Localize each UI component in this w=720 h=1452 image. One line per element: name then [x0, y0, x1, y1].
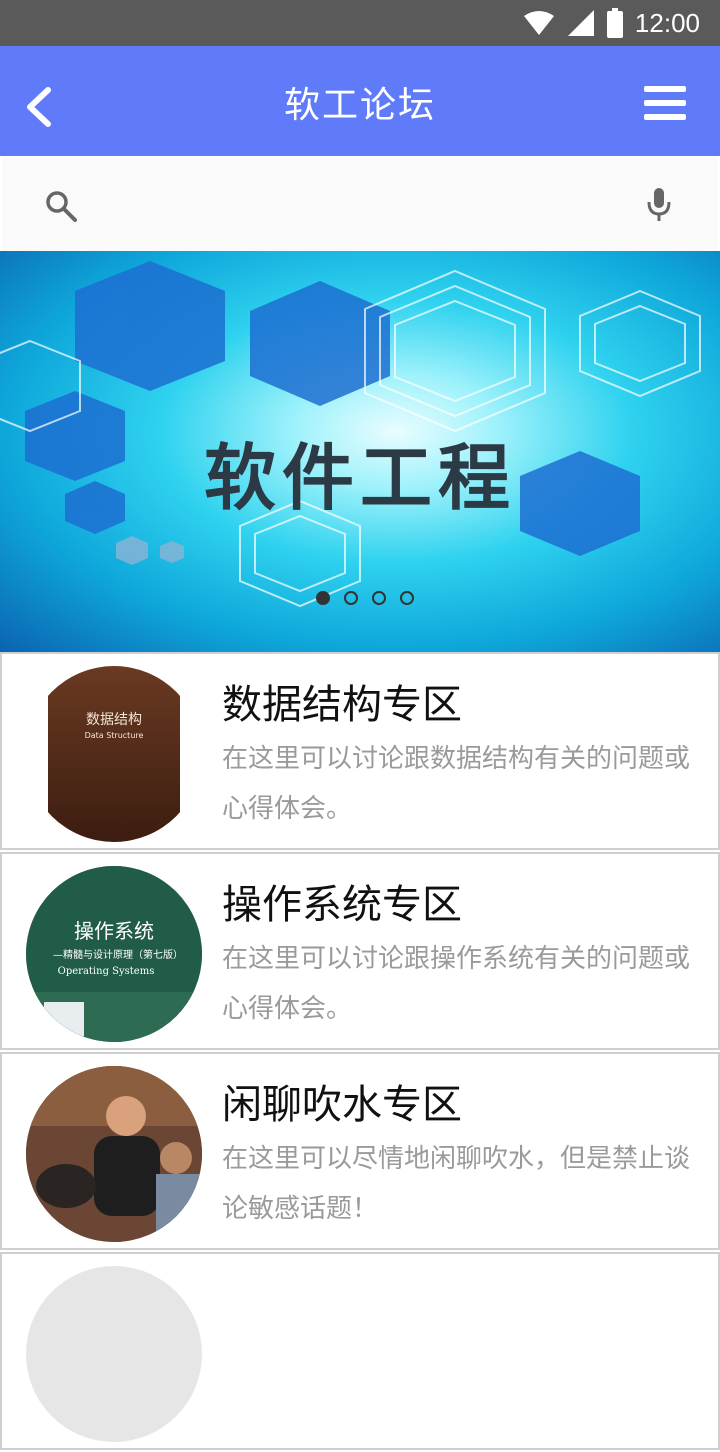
- wifi-icon: [523, 11, 554, 35]
- mic-icon[interactable]: [646, 187, 672, 223]
- cover-title: 数据结构: [86, 712, 142, 728]
- forum-description: 在这里可以尽情地闲聊吹水，但是禁止谈论敏感话题！: [222, 1144, 691, 1224]
- forum-avatar: [26, 1266, 202, 1442]
- cover-subtitle-en: Operating Systems: [58, 966, 155, 977]
- status-icons: 12:00: [523, 0, 700, 46]
- page-title: 软工论坛: [283, 85, 436, 126]
- carousel-dot-2[interactable]: [344, 591, 358, 605]
- banner-title: 软件工程: [203, 436, 516, 520]
- carousel-indicator: [316, 591, 414, 605]
- forum-list: 数据结构 Data Structure 数据结构专区 在这里可以讨论跟数据结构有…: [0, 652, 720, 1452]
- forum-avatar: [26, 1066, 202, 1242]
- banner-carousel[interactable]: 软件工程: [0, 251, 720, 652]
- carousel-dot-1[interactable]: [316, 591, 330, 605]
- forum-title: 数据结构专区: [222, 682, 462, 728]
- app-bar: 软工论坛: [0, 46, 720, 156]
- battery-icon: [606, 8, 623, 38]
- forum-title: 操作系统专区: [222, 882, 462, 928]
- menu-button[interactable]: [644, 86, 686, 120]
- forum-item-chat[interactable]: 闲聊吹水专区 在这里可以尽情地闲聊吹水，但是禁止谈论敏感话题！: [0, 1052, 720, 1250]
- forum-description: 在这里可以讨论跟数据结构有关的问题或心得体会。: [222, 744, 691, 824]
- forum-description: 在这里可以讨论跟操作系统有关的问题或心得体会。: [222, 944, 691, 1024]
- forum-item-operating-systems[interactable]: 操作系统 —精髓与设计原理（第七版） Operating Systems 操作系…: [0, 852, 720, 1050]
- carousel-dot-3[interactable]: [372, 591, 386, 605]
- status-bar: 12:00: [0, 0, 720, 46]
- forum-avatar: 数据结构 Data Structure: [26, 666, 202, 842]
- search-input[interactable]: [98, 177, 622, 233]
- forum-avatar: 操作系统 —精髓与设计原理（第七版） Operating Systems: [26, 866, 202, 1042]
- forum-title: 闲聊吹水专区: [222, 1082, 462, 1128]
- carousel-dot-4[interactable]: [400, 591, 414, 605]
- search-bar: [2, 157, 718, 252]
- search-icon[interactable]: [44, 189, 78, 223]
- forum-item-partial[interactable]: [0, 1252, 720, 1450]
- menu-icon: [644, 86, 686, 120]
- signal-icon: [567, 10, 594, 36]
- cover-subtitle: —精髓与设计原理（第七版）: [53, 948, 183, 961]
- status-time: 12:00: [634, 7, 700, 38]
- forum-item-data-structure[interactable]: 数据结构 Data Structure 数据结构专区 在这里可以讨论跟数据结构有…: [0, 652, 720, 850]
- cover-title: 操作系统: [74, 919, 154, 943]
- cover-subtitle: Data Structure: [85, 731, 144, 740]
